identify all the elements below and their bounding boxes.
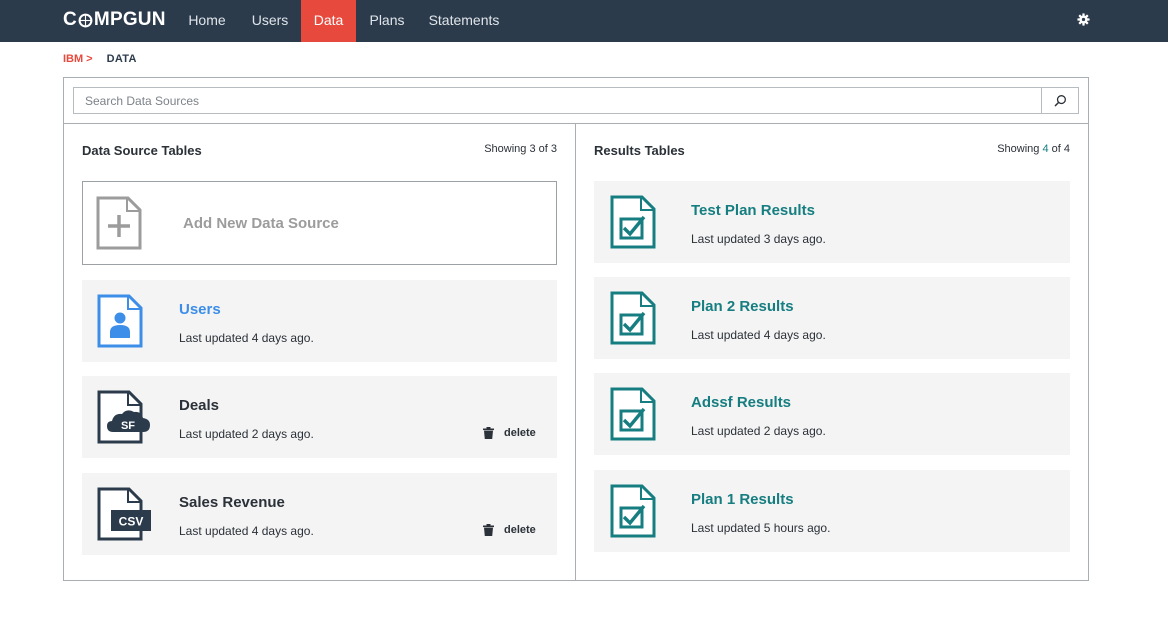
- result-card-adssf[interactable]: Adssf Results Last updated 2 days ago.: [594, 373, 1070, 455]
- nav-data[interactable]: Data: [301, 0, 356, 42]
- showing-suffix: of 4: [1048, 143, 1070, 155]
- results-tables-title: Results Tables: [594, 143, 685, 158]
- card-last-updated: Last updated 2 days ago.: [691, 424, 826, 438]
- showing-prefix: Showing: [484, 143, 530, 155]
- showing-prefix: Showing: [997, 143, 1043, 155]
- search-icon: [1054, 95, 1066, 107]
- csv-file-icon: CSV: [97, 487, 151, 541]
- nav-home[interactable]: Home: [180, 0, 234, 42]
- logo-suffix: MPGUN: [93, 9, 166, 30]
- card-last-updated: Last updated 5 hours ago.: [691, 521, 831, 535]
- result-card-test-plan[interactable]: Test Plan Results Last updated 3 days ag…: [594, 181, 1070, 263]
- card-title[interactable]: Plan 2 Results: [691, 298, 794, 315]
- checked-file-icon: [610, 387, 656, 441]
- search-input[interactable]: [74, 88, 1041, 113]
- nav-statements[interactable]: Statements: [420, 0, 508, 42]
- card-last-updated: Last updated 2 days ago.: [179, 427, 314, 441]
- breadcrumb: IBM > DATA: [63, 53, 137, 65]
- nav-plans[interactable]: Plans: [360, 0, 414, 42]
- card-last-updated: Last updated 4 days ago.: [179, 331, 314, 345]
- card-title[interactable]: Users: [179, 301, 221, 318]
- card-title[interactable]: Plan 1 Results: [691, 491, 794, 508]
- trash-icon: [483, 427, 494, 439]
- result-card-plan-1[interactable]: Plan 1 Results Last updated 5 hours ago.: [594, 470, 1070, 552]
- card-title[interactable]: Test Plan Results: [691, 202, 815, 219]
- card-title[interactable]: Deals: [179, 397, 219, 414]
- add-data-source-label: Add New Data Source: [183, 215, 339, 232]
- nav-users[interactable]: Users: [240, 0, 300, 42]
- salesforce-file-icon: SF: [97, 390, 150, 444]
- logo-o-icon: [78, 13, 93, 27]
- data-source-card-deals[interactable]: SF Deals Last updated 2 days ago. delete: [82, 376, 557, 458]
- breadcrumb-root[interactable]: IBM: [63, 53, 83, 65]
- data-source-card-users[interactable]: Users Last updated 4 days ago.: [82, 280, 557, 362]
- breadcrumb-current: DATA: [106, 53, 137, 65]
- search-bar: [73, 87, 1079, 114]
- delete-label: delete: [504, 524, 536, 536]
- user-file-icon: [97, 294, 143, 348]
- column-divider: [575, 124, 576, 580]
- delete-button[interactable]: delete: [483, 427, 536, 439]
- trash-icon: [483, 524, 494, 536]
- data-sources-showing-count: Showing 3 of 3: [470, 143, 557, 155]
- card-title[interactable]: Sales Revenue: [179, 494, 285, 511]
- logo-prefix: C: [63, 9, 77, 30]
- top-navbar: C MPGUN Home Users Data Plans Statements: [0, 0, 1168, 42]
- delete-label: delete: [504, 427, 536, 439]
- data-source-tables-title: Data Source Tables: [82, 143, 202, 158]
- gear-icon[interactable]: [1077, 13, 1090, 26]
- results-showing-count: Showing 4 of 4: [980, 143, 1070, 155]
- data-source-card-sales-revenue[interactable]: CSV Sales Revenue Last updated 4 days ag…: [82, 473, 557, 555]
- result-card-plan-2[interactable]: Plan 2 Results Last updated 4 days ago.: [594, 277, 1070, 359]
- csv-icon-text: CSV: [119, 515, 144, 529]
- delete-button[interactable]: delete: [483, 524, 536, 536]
- showing-suffix: of 3: [535, 143, 557, 155]
- card-last-updated: Last updated 3 days ago.: [691, 232, 826, 246]
- add-file-icon: [96, 196, 142, 250]
- breadcrumb-separator: >: [86, 53, 93, 65]
- search-button[interactable]: [1041, 88, 1078, 113]
- logo[interactable]: C MPGUN: [63, 9, 166, 31]
- add-data-source-card[interactable]: Add New Data Source: [82, 181, 557, 265]
- card-last-updated: Last updated 4 days ago.: [179, 524, 314, 538]
- checked-file-icon: [610, 195, 656, 249]
- checked-file-icon: [610, 484, 656, 538]
- checked-file-icon: [610, 291, 656, 345]
- card-last-updated: Last updated 4 days ago.: [691, 328, 826, 342]
- salesforce-icon-text: SF: [121, 420, 135, 432]
- card-title[interactable]: Adssf Results: [691, 394, 791, 411]
- header-divider: [64, 123, 1088, 124]
